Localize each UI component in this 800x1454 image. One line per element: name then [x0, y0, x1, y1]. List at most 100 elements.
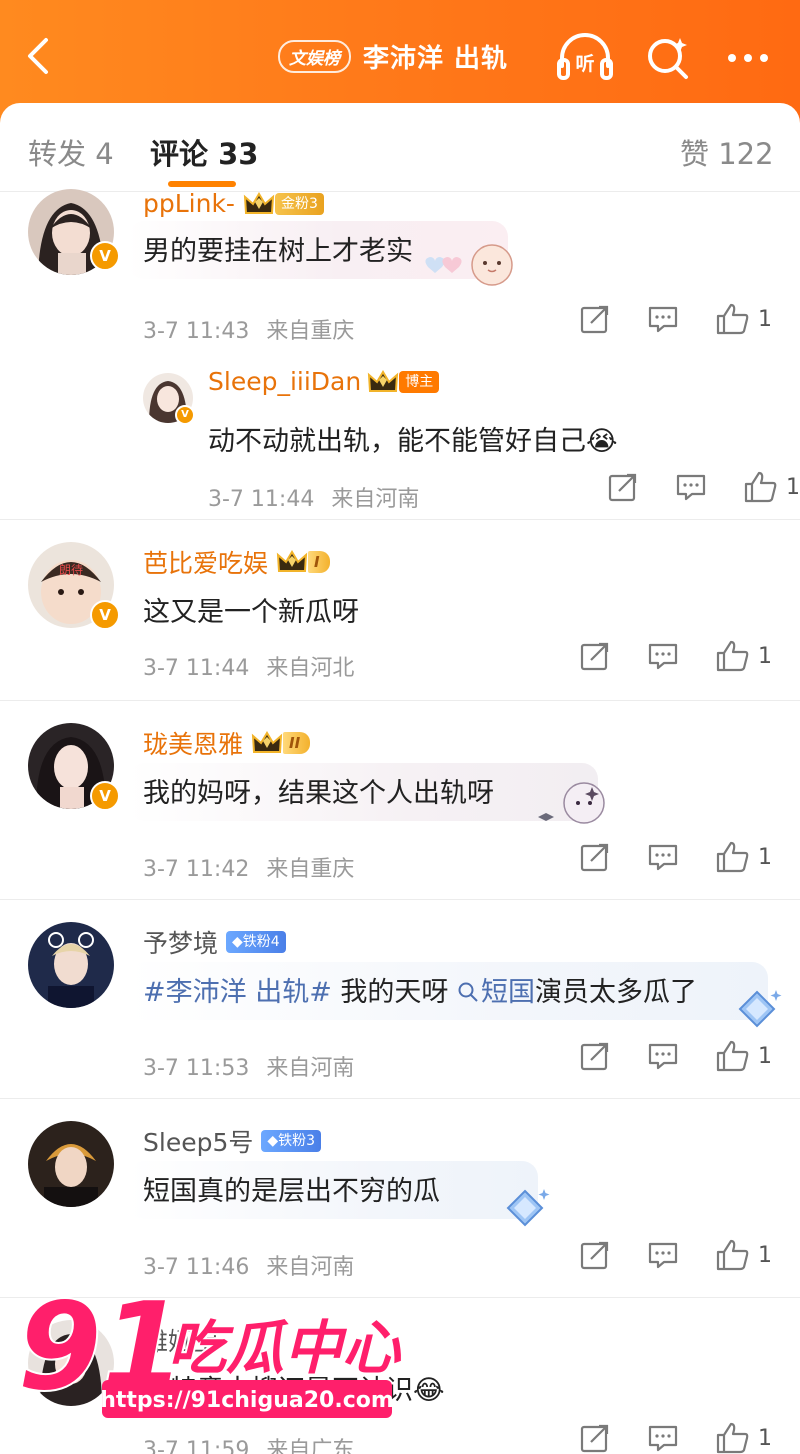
watermark-url: https://91chigua20.com	[100, 1388, 394, 1413]
crown-icon	[276, 550, 308, 572]
like-button[interactable]: 1	[716, 640, 772, 672]
comment-username[interactable]: 珑美恩雅 II	[143, 725, 311, 761]
share-icon	[580, 1241, 609, 1270]
share-button[interactable]	[580, 304, 610, 334]
reply-button[interactable]	[648, 641, 678, 671]
comment-icon	[648, 1043, 678, 1070]
comment-actions: 1	[542, 1239, 772, 1271]
tab-likes[interactable]: 赞 122	[680, 131, 774, 173]
crown-icon	[368, 369, 399, 392]
reply-button[interactable]	[648, 1423, 678, 1453]
comment-username[interactable]: ppLink- 金粉3	[143, 189, 324, 218]
like-count: 1	[758, 844, 772, 870]
thumbs-up-icon	[716, 841, 749, 873]
reply-button[interactable]	[648, 1041, 678, 1071]
comment-time: 3-7 11:43	[143, 319, 250, 344]
like-count: 1	[758, 1425, 772, 1451]
tab-comments[interactable]: 评论 33	[150, 131, 258, 173]
tab-repost[interactable]: 转发 4	[28, 131, 114, 173]
more-dots-icon	[728, 54, 768, 62]
thumbs-up-icon	[716, 1239, 749, 1271]
hot-search-title: 文娱榜 李沛洋 出轨	[278, 36, 508, 76]
comment-actions: 1	[542, 1422, 772, 1454]
back-button[interactable]	[18, 34, 62, 78]
entertainment-list-badge: 文娱榜	[278, 39, 351, 73]
share-button[interactable]	[580, 1240, 610, 1270]
comments-sheet: 转发 4 评论 33 赞 122 V ppLink- 金粉3 男的要挂在树上才老…	[0, 103, 800, 1454]
like-count: 1	[758, 643, 772, 669]
reply-button[interactable]	[648, 304, 678, 334]
listen-label: 听	[575, 52, 594, 75]
comment-item: 予梦境 ◆铁粉4 #李沛洋 出轨# 我的天呀 短国演员太多瓜了 3-7 11:5…	[0, 900, 800, 1099]
comment-text: 男的要挂在树上才老实	[143, 236, 413, 267]
reply-button[interactable]	[676, 472, 706, 502]
avatar[interactable]	[28, 1121, 114, 1207]
comment-location: 来自河南	[266, 1255, 355, 1280]
share-button[interactable]	[608, 472, 638, 502]
comment-location: 来自河北	[266, 656, 355, 681]
like-button[interactable]: 1	[744, 471, 800, 503]
verified-badge-icon: V	[90, 781, 120, 811]
diamond-icon: ◆	[267, 1133, 279, 1149]
like-button[interactable]: 1	[716, 1040, 772, 1072]
comment-username[interactable]: Sleep5号 ◆铁粉3	[143, 1123, 322, 1159]
share-icon	[580, 1424, 609, 1453]
page-title: 李沛洋 出轨	[363, 43, 509, 74]
comment-text: #李沛洋 出轨# 我的天呀 短国演员太多瓜了	[143, 977, 698, 1008]
reply-location: 来自河南	[331, 487, 420, 512]
more-button[interactable]	[722, 32, 778, 84]
like-button[interactable]: 1	[716, 303, 772, 335]
share-button[interactable]	[580, 842, 610, 872]
thumbs-up-icon	[744, 471, 777, 503]
fan-badge: ◆铁粉3	[261, 1130, 322, 1152]
comment-meta: 3-7 11:43 来自重庆	[143, 313, 354, 345]
like-button[interactable]: 1	[716, 1239, 772, 1271]
fan-badge: ◆铁粉4	[226, 931, 286, 953]
share-icon	[580, 1042, 609, 1071]
comment-username[interactable]: 予梦境 ◆铁粉4	[143, 924, 286, 960]
reply-button[interactable]	[648, 1240, 678, 1270]
avatar[interactable]	[28, 922, 114, 1008]
comment-actions: 1	[542, 640, 772, 672]
comment-time: 3-7 11:59	[143, 1438, 250, 1454]
share-button[interactable]	[580, 641, 610, 671]
share-button[interactable]	[580, 1041, 610, 1071]
comment-list: V ppLink- 金粉3 男的要挂在树上才老实 3-7 11:43 来自重庆 …	[0, 189, 800, 1454]
like-count: 1	[758, 1043, 772, 1069]
comment-item: V ppLink- 金粉3 男的要挂在树上才老实 3-7 11:43 来自重庆 …	[0, 185, 800, 520]
search-icon	[648, 38, 688, 79]
member-level-badge: I	[308, 551, 330, 573]
like-count: 1	[758, 1242, 772, 1268]
search-link[interactable]: 短国	[457, 977, 535, 1008]
like-button[interactable]: 1	[716, 841, 772, 873]
comment-text: 我的妈呀，结果这个人出轨呀	[143, 778, 494, 809]
thumbs-up-icon	[716, 640, 749, 672]
topic-link[interactable]: #李沛洋 出轨#	[143, 977, 332, 1008]
thumbs-up-icon	[716, 1040, 749, 1072]
member-level-badge: II	[283, 732, 311, 754]
reply-button[interactable]	[648, 842, 678, 872]
comment-location: 来自河南	[266, 1056, 355, 1081]
like-button[interactable]: 1	[716, 1422, 772, 1454]
comment-location: 来自重庆	[266, 857, 355, 882]
listen-button[interactable]: 听	[556, 32, 613, 84]
reply-username[interactable]: Sleep_iiiDan 博主	[208, 367, 440, 396]
comment-item: Sleep5号 ◆铁粉3 短国真的是层出不穷的瓜 3-7 11:46 来自河南	[0, 1099, 800, 1298]
comment-icon	[648, 844, 678, 871]
comment-icon	[648, 1242, 678, 1269]
reply-time: 3-7 11:44	[208, 487, 315, 512]
crown-icon	[243, 191, 275, 214]
thumbs-up-icon	[716, 1422, 749, 1454]
share-button[interactable]	[580, 1423, 610, 1453]
comment-text: 这又是一个新瓜呀	[143, 597, 359, 628]
headphones-icon: 听	[557, 33, 613, 80]
comment-icon	[648, 306, 678, 333]
search-button[interactable]	[642, 32, 698, 84]
reply-actions: 1	[570, 471, 800, 503]
comment-username[interactable]: 芭比爱吃娱 I	[143, 544, 330, 580]
blogger-badge: 博主	[399, 370, 440, 393]
verified-badge-icon: V	[90, 600, 120, 630]
bubble-diamond-icon	[738, 990, 782, 1028]
avatar-caption: 朗待	[59, 563, 83, 577]
comment-time: 3-7 11:42	[143, 857, 250, 882]
